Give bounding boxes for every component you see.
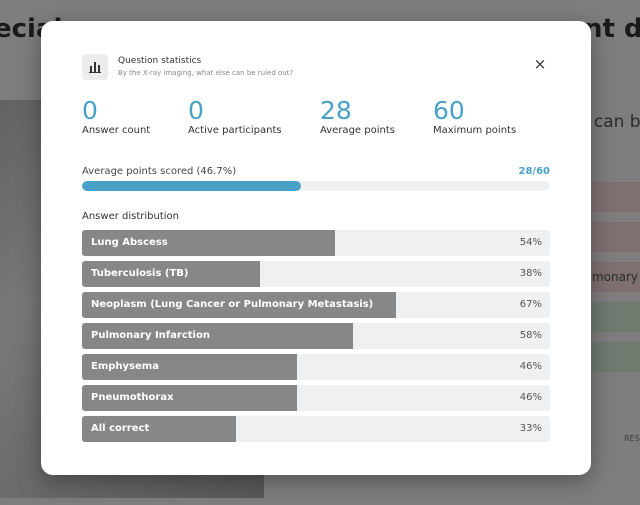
stat-value: 0: [188, 96, 204, 125]
stat-active-participants: 0 Active participants: [188, 97, 282, 136]
stat-label: Maximum points: [433, 125, 517, 136]
answer-option-label: Tuberculosis (TB): [91, 268, 189, 279]
stat-value: 60: [433, 96, 465, 125]
answer-option-percent: 38%: [519, 268, 542, 279]
answer-distribution-row: Tuberculosis (TB) 38%: [82, 261, 550, 287]
answer-option-percent: 33%: [519, 423, 542, 434]
answer-distribution-row: Pulmonary Infarction 58%: [82, 323, 550, 349]
answer-distribution-row: Pneumothorax 46%: [82, 385, 550, 411]
stat-value: 28: [320, 96, 352, 125]
stat-answer-count: 0 Answer count: [82, 97, 150, 136]
average-progress-fill: [82, 181, 301, 191]
answer-option-percent: 58%: [519, 330, 542, 341]
close-button[interactable]: ×: [531, 55, 549, 73]
stat-label: Active participants: [188, 125, 282, 136]
answer-distribution-list: Lung Abscess 54% Tuberculosis (TB) 38% Neopl…: [82, 230, 550, 447]
answer-option-label: Lung Abscess: [91, 237, 168, 248]
modal-subtitle: By the X-ray imaging, what else can be r…: [118, 69, 294, 77]
average-points-score: 28/60: [518, 166, 550, 177]
stat-label: Average points: [320, 125, 395, 136]
answer-option-label: Neoplasm (Lung Cancer or Pulmonary Metas…: [91, 299, 374, 310]
bar-chart-icon: [82, 54, 108, 80]
average-points-label: Average points scored (46.7%): [82, 166, 237, 177]
answer-option-label: Pneumothorax: [91, 392, 174, 403]
answer-option-percent: 54%: [519, 237, 542, 248]
answer-option-label: Pulmonary Infarction: [91, 330, 210, 341]
stat-value: 0: [82, 96, 98, 125]
answer-option-percent: 46%: [519, 361, 542, 372]
stat-label: Answer count: [82, 125, 151, 136]
answer-distribution-row: Neoplasm (Lung Cancer or Pulmonary Metas…: [82, 292, 550, 318]
answer-distribution-row: Emphysema 46%: [82, 354, 550, 380]
stat-average-points: 28 Average points: [320, 97, 395, 136]
answer-option-label: All correct: [91, 423, 150, 434]
answer-option-label: Emphysema: [91, 361, 159, 372]
answer-distribution-row: All correct 33%: [82, 416, 550, 442]
average-progress-bar: [82, 181, 550, 191]
answer-option-percent: 46%: [519, 392, 542, 403]
stat-maximum-points: 60 Maximum points: [433, 97, 516, 136]
answer-distribution-heading: Answer distribution: [82, 211, 179, 222]
modal-title: Question statistics: [118, 56, 202, 66]
answer-distribution-row: Lung Abscess 54%: [82, 230, 550, 256]
answer-option-percent: 67%: [519, 299, 542, 310]
question-statistics-modal: Question statistics By the X-ray imaging…: [41, 21, 591, 475]
